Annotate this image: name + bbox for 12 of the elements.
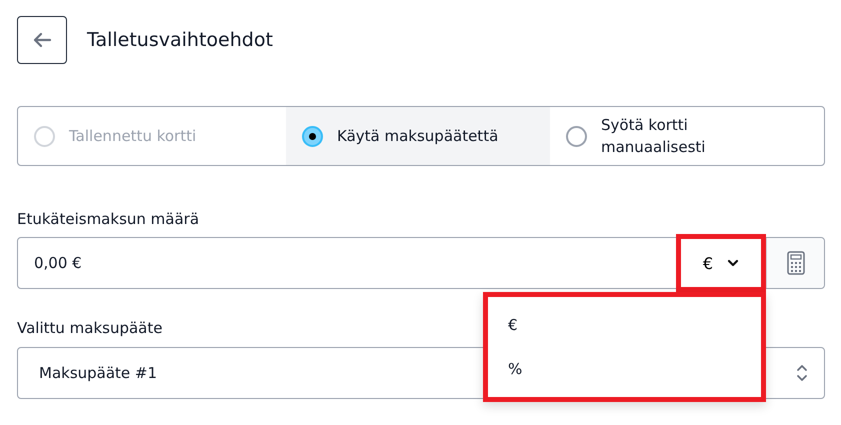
back-button[interactable] [17, 16, 67, 64]
menu-item[interactable]: % [488, 347, 761, 391]
updown-chevron-icon [796, 363, 808, 383]
radio-button[interactable] [302, 126, 323, 146]
field-label: Etukäteismaksun määrä [17, 210, 200, 228]
radio-button[interactable] [566, 126, 587, 146]
payment-option[interactable]: Käytä maksupäätettä [286, 107, 550, 165]
menu-item[interactable]: € [488, 303, 761, 347]
page-title: Talletusvaihtoehdot [87, 29, 273, 51]
field-label: Valittu maksupääte [17, 319, 162, 337]
back-arrow-icon [32, 32, 52, 48]
payment-option[interactable]: Syötä kortti manuaalisesti [550, 107, 824, 165]
